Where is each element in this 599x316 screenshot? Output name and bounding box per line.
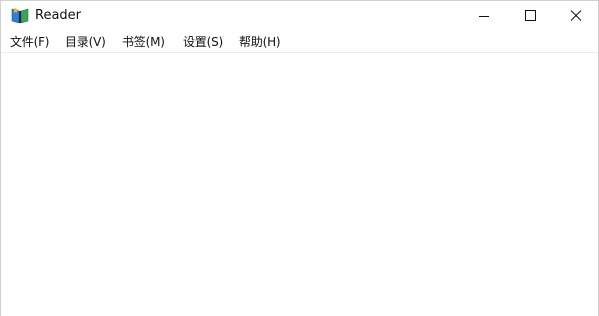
close-icon (570, 10, 582, 21)
minimize-icon (479, 16, 489, 17)
menu-file[interactable]: 文件(F) (10, 34, 49, 50)
document-area[interactable] (1, 53, 598, 316)
menu-bookmarks[interactable]: 书签(M) (122, 34, 165, 50)
maximize-button[interactable] (507, 1, 553, 31)
book-icon (11, 7, 29, 24)
minimize-button[interactable] (461, 1, 507, 31)
title-bar[interactable]: Reader (1, 1, 598, 31)
reader-window: Reader 文件(F) 目录(V) 书签(M) 设置(S) 帮助(H) (0, 0, 599, 316)
menu-settings[interactable]: 设置(S) (183, 34, 223, 50)
menu-contents[interactable]: 目录(V) (65, 34, 106, 50)
maximize-icon (525, 10, 536, 21)
menu-help[interactable]: 帮助(H) (239, 34, 281, 50)
menu-bar: 文件(F) 目录(V) 书签(M) 设置(S) 帮助(H) (1, 31, 598, 53)
window-title: Reader (35, 8, 82, 23)
close-button[interactable] (553, 1, 599, 31)
